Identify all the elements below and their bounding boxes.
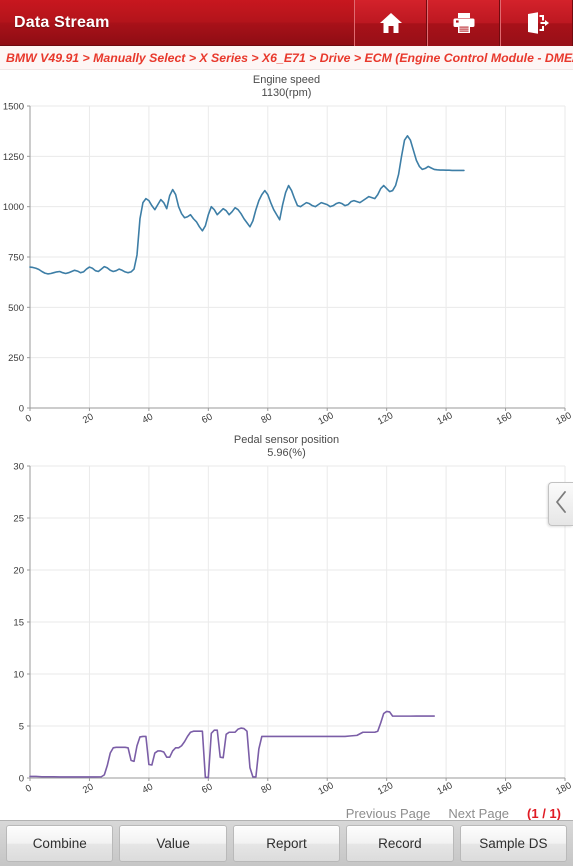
combine-button[interactable]: Combine xyxy=(6,825,114,862)
home-icon xyxy=(378,11,404,35)
previous-page-button[interactable]: Previous Page xyxy=(346,806,431,821)
svg-text:25: 25 xyxy=(13,514,24,525)
header-actions xyxy=(354,0,573,46)
sample-ds-button[interactable]: Sample DS xyxy=(459,825,568,862)
chart-engine-speed: Engine speed 1130(rpm) 0 250 500 750 1000 125… xyxy=(0,70,573,430)
value-button[interactable]: Value xyxy=(119,825,227,862)
svg-text:20: 20 xyxy=(81,781,96,796)
chart-pedal-sensor-value: 5.96(%) xyxy=(267,447,306,459)
collapse-panel-button[interactable] xyxy=(548,482,573,526)
svg-text:1250: 1250 xyxy=(3,152,24,163)
svg-text:140: 140 xyxy=(435,780,454,797)
svg-text:5: 5 xyxy=(19,722,24,733)
bottom-toolbar: Combine Value Report Record Sample DS xyxy=(0,820,573,866)
svg-text:1000: 1000 xyxy=(3,202,24,213)
record-button[interactable]: Record xyxy=(346,825,454,862)
svg-text:0: 0 xyxy=(24,783,34,795)
chart-engine-speed-plot[interactable]: 0 250 500 750 1000 1250 1500 0 20 40 60 80 100 120 140… xyxy=(0,100,573,430)
breadcrumb[interactable]: BMW V49.91 > Manually Select > X Series … xyxy=(0,46,573,70)
svg-text:140: 140 xyxy=(435,410,454,427)
svg-text:100: 100 xyxy=(316,410,335,427)
svg-text:500: 500 xyxy=(8,303,24,314)
svg-text:120: 120 xyxy=(376,780,395,797)
chart-pedal-sensor: Pedal sensor position 5.96(%) 0 5 10 15 20 25… xyxy=(0,430,573,800)
svg-text:0: 0 xyxy=(19,774,24,785)
svg-text:180: 180 xyxy=(554,410,573,427)
app-header: Data Stream xyxy=(0,0,573,46)
report-button[interactable]: Report xyxy=(232,825,341,862)
svg-text:10: 10 xyxy=(13,670,24,681)
svg-text:180: 180 xyxy=(554,780,573,797)
chart-pedal-sensor-header: Pedal sensor position 5.96(%) xyxy=(0,430,573,460)
svg-text:20: 20 xyxy=(81,411,96,426)
svg-text:100: 100 xyxy=(316,780,335,797)
chart-engine-speed-header: Engine speed 1130(rpm) xyxy=(0,70,573,100)
print-button[interactable] xyxy=(427,0,500,46)
svg-text:20: 20 xyxy=(13,566,24,577)
svg-text:15: 15 xyxy=(13,618,24,629)
svg-text:1500: 1500 xyxy=(3,102,24,113)
exit-icon xyxy=(524,11,550,35)
chart-pedal-sensor-title: Pedal sensor position xyxy=(233,434,340,446)
svg-text:0: 0 xyxy=(24,413,34,425)
svg-text:120: 120 xyxy=(376,410,395,427)
svg-text:750: 750 xyxy=(8,253,24,264)
next-page-button[interactable]: Next Page xyxy=(448,806,509,821)
svg-text:160: 160 xyxy=(495,410,514,427)
svg-text:0: 0 xyxy=(19,404,24,415)
exit-button[interactable] xyxy=(500,0,573,46)
svg-text:40: 40 xyxy=(140,781,155,796)
chevron-left-icon xyxy=(555,490,568,518)
chart-engine-speed-title: Engine speed xyxy=(252,74,321,86)
page-title: Data Stream xyxy=(14,13,110,31)
svg-text:40: 40 xyxy=(140,411,155,426)
svg-text:250: 250 xyxy=(8,353,24,364)
charts-container: Engine speed 1130(rpm) 0 250 500 750 1000 125… xyxy=(0,70,573,800)
page-count: (1 / 1) xyxy=(527,805,561,821)
home-button[interactable] xyxy=(354,0,427,46)
svg-text:160: 160 xyxy=(495,780,514,797)
chart-pedal-sensor-plot[interactable]: 0 5 10 15 20 25 30 0 20 40 60 80 100 120 140 160 180 xyxy=(0,460,573,800)
printer-icon xyxy=(451,11,477,35)
svg-text:80: 80 xyxy=(259,781,274,796)
svg-text:80: 80 xyxy=(259,411,274,426)
svg-text:30: 30 xyxy=(13,462,24,473)
chart-engine-speed-value: 1130(rpm) xyxy=(261,87,312,99)
svg-text:60: 60 xyxy=(200,411,215,426)
svg-text:60: 60 xyxy=(200,781,215,796)
